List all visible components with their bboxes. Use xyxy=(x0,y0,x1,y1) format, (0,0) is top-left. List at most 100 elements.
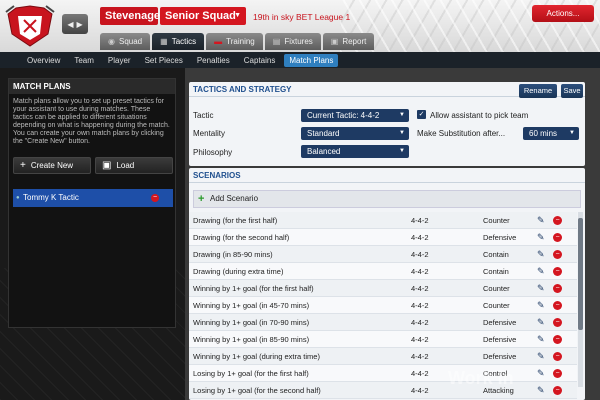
remove-icon[interactable]: − xyxy=(553,267,562,276)
substitution-select[interactable]: 60 mins ▼ xyxy=(523,127,579,140)
table-row[interactable]: Drawing (for the first half) 4-4-2 Count… xyxy=(189,212,577,229)
training-icon: ▬ xyxy=(214,37,223,46)
scenario-name: Losing by 1+ goal (for the first half) xyxy=(193,369,309,378)
edit-icon[interactable]: ✎ xyxy=(537,365,545,382)
substitution-label: Make Substitution after... xyxy=(417,129,506,138)
philosophy-select[interactable]: Balanced ▼ xyxy=(301,145,409,158)
table-row[interactable]: Drawing (in 85-90 mins) 4-4-2 Contain ✎ … xyxy=(189,246,577,263)
edit-icon[interactable]: ✎ xyxy=(537,263,545,280)
scenario-formation: 4-4-2 xyxy=(411,352,429,361)
watermark: Work In xyxy=(448,368,514,388)
scenario-name: Drawing (for the second half) xyxy=(193,233,290,242)
scrollbar-thumb[interactable] xyxy=(578,218,583,330)
subnav-player[interactable]: Player xyxy=(103,54,136,67)
scenario-name: Winning by 1+ goal (in 70-90 mins) xyxy=(193,318,310,327)
remove-icon[interactable]: − xyxy=(553,369,562,378)
remove-icon[interactable]: − xyxy=(553,335,562,344)
nav-arrows[interactable]: ◀ ▶ xyxy=(62,14,88,34)
assistant-checkbox[interactable]: ✓ xyxy=(417,110,426,119)
match-plans-card: MATCH PLANS Match plans allow you to set… xyxy=(8,78,176,328)
forward-icon[interactable]: ▶ xyxy=(77,20,83,29)
subnav-team[interactable]: Team xyxy=(69,54,99,67)
create-new-button[interactable]: + Create New xyxy=(13,157,91,174)
scenario-formation: 4-4-2 xyxy=(411,318,429,327)
remove-icon[interactable]: − xyxy=(553,233,562,242)
table-row[interactable]: Winning by 1+ goal (in 45-70 mins) 4-4-2… xyxy=(189,297,577,314)
scenario-formation: 4-4-2 xyxy=(411,250,429,259)
rename-button[interactable]: Rename xyxy=(519,84,557,98)
team-name[interactable]: Stevenage xyxy=(100,7,160,25)
tactics-icon: ▦ xyxy=(160,37,168,46)
table-row[interactable]: Losing by 1+ goal (for the first half) 4… xyxy=(189,365,577,382)
subnav-penalties[interactable]: Penalties xyxy=(192,54,235,67)
tab-report[interactable]: ▣ Report xyxy=(322,33,375,50)
add-scenario-button[interactable]: + Add Scenario xyxy=(193,190,581,208)
scenarios-table: Drawing (for the first half) 4-4-2 Count… xyxy=(189,212,577,399)
squad-select[interactable]: Senior Squad ▼ xyxy=(160,7,246,25)
philosophy-value: Balanced xyxy=(307,147,341,156)
edit-icon[interactable]: ✎ xyxy=(537,297,545,314)
remove-icon[interactable]: − xyxy=(553,301,562,310)
remove-icon[interactable]: − xyxy=(553,386,562,395)
edit-icon[interactable]: ✎ xyxy=(537,246,545,263)
scenario-name: Winning by 1+ goal (for the first half) xyxy=(193,284,314,293)
tactic-value: Current Tactic: 4-4-2 xyxy=(307,111,380,120)
table-row[interactable]: Winning by 1+ goal (during extra time) 4… xyxy=(189,348,577,365)
table-row[interactable]: Winning by 1+ goal (in 85-90 mins) 4-4-2… xyxy=(189,331,577,348)
load-button[interactable]: ▣ Load xyxy=(95,157,173,174)
back-icon[interactable]: ◀ xyxy=(67,20,73,29)
table-row[interactable]: Losing by 1+ goal (for the second half) … xyxy=(189,382,577,399)
remove-icon[interactable]: − xyxy=(553,318,562,327)
subnav-set-pieces[interactable]: Set Pieces xyxy=(140,54,188,67)
top-header: ◀ ▶ Stevenage Senior Squad ▼ 19th in sky… xyxy=(0,0,600,52)
edit-icon[interactable]: ✎ xyxy=(537,314,545,331)
scenario-formation: 4-4-2 xyxy=(411,301,429,310)
tab-label: Training xyxy=(226,37,255,46)
remove-icon[interactable]: − xyxy=(151,194,159,202)
table-row[interactable]: Winning by 1+ goal (in 70-90 mins) 4-4-2… xyxy=(189,314,577,331)
scenario-name: Winning by 1+ goal (in 85-90 mins) xyxy=(193,335,310,344)
scrollbar[interactable] xyxy=(578,212,583,387)
scenario-name: Drawing (for the first half) xyxy=(193,216,278,225)
tactic-select[interactable]: Current Tactic: 4-4-2 ▼ xyxy=(301,109,409,122)
tab-label: Squad xyxy=(118,37,143,46)
edit-icon[interactable]: ✎ xyxy=(537,348,545,365)
left-panel: MATCH PLANS Match plans allow you to set… xyxy=(0,68,185,400)
main-content: TACTICS AND STRATEGY Rename Save Tactic … xyxy=(185,68,600,400)
edit-icon[interactable]: ✎ xyxy=(537,331,545,348)
remove-icon[interactable]: − xyxy=(553,216,562,225)
save-button[interactable]: Save xyxy=(561,84,583,98)
edit-icon[interactable]: ✎ xyxy=(537,229,545,246)
chevron-down-icon: ▼ xyxy=(234,12,241,19)
substitution-value: 60 mins xyxy=(529,129,558,138)
subnav-match-plans[interactable]: Match Plans xyxy=(284,53,339,67)
tab-tactics[interactable]: ▦ Tactics xyxy=(152,33,205,50)
table-row[interactable]: Drawing (during extra time) 4-4-2 Contai… xyxy=(189,263,577,280)
report-icon: ▣ xyxy=(330,37,339,46)
edit-icon[interactable]: ✎ xyxy=(537,382,545,399)
list-item[interactable]: ● Tommy K Tactic − xyxy=(13,189,173,207)
assistant-label: Allow assistant to pick team xyxy=(430,111,529,120)
remove-icon[interactable]: − xyxy=(553,352,562,361)
tab-label: Fixtures xyxy=(284,37,313,46)
edit-icon[interactable]: ✎ xyxy=(537,212,545,229)
tab-squad[interactable]: ◉ Squad xyxy=(100,33,151,50)
plan-name: Tommy K Tactic xyxy=(23,193,79,202)
scenario-mentality: Defensive xyxy=(483,352,517,361)
tab-label: Tactics xyxy=(171,37,197,46)
mentality-select[interactable]: Standard ▼ xyxy=(301,127,409,140)
remove-icon[interactable]: − xyxy=(553,250,562,259)
subnav-captains[interactable]: Captains xyxy=(239,54,281,67)
tab-fixtures[interactable]: ▤ Fixtures xyxy=(264,33,321,50)
tab-training[interactable]: ▬ Training xyxy=(206,33,263,50)
scenario-formation: 4-4-2 xyxy=(411,233,429,242)
scenario-name: Winning by 1+ goal (during extra time) xyxy=(193,352,320,361)
actions-button[interactable]: Actions... xyxy=(532,5,594,22)
tactics-panel: TACTICS AND STRATEGY Rename Save Tactic … xyxy=(189,82,585,166)
subnav-overview[interactable]: Overview xyxy=(22,54,65,67)
create-new-label: Create New xyxy=(30,161,74,170)
edit-icon[interactable]: ✎ xyxy=(537,280,545,297)
table-row[interactable]: Winning by 1+ goal (for the first half) … xyxy=(189,280,577,297)
table-row[interactable]: Drawing (for the second half) 4-4-2 Defe… xyxy=(189,229,577,246)
remove-icon[interactable]: − xyxy=(553,284,562,293)
